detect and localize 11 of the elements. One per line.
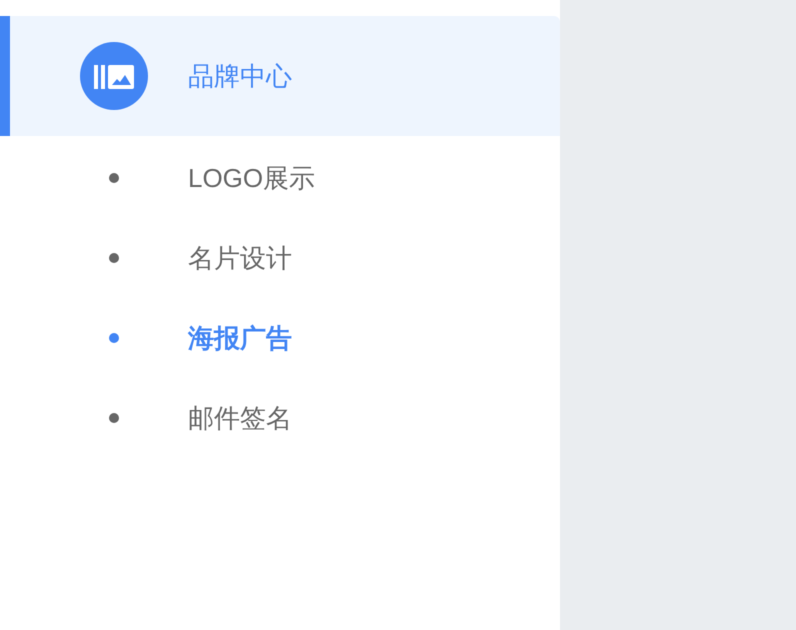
bullet-icon: [109, 333, 119, 343]
bullet-icon: [109, 173, 119, 183]
menu-group-header[interactable]: 品牌中心: [0, 16, 560, 136]
submenu-item[interactable]: 海报广告: [0, 298, 560, 378]
gallery-icon: [80, 42, 148, 110]
bullet-icon: [109, 253, 119, 263]
submenu-item[interactable]: 名片设计: [0, 218, 560, 298]
bullet-icon: [109, 413, 119, 423]
submenu-item[interactable]: 邮件签名: [0, 378, 560, 458]
submenu-item[interactable]: LOGO展示: [0, 138, 560, 218]
menu-group-label: 品牌中心: [188, 60, 292, 92]
